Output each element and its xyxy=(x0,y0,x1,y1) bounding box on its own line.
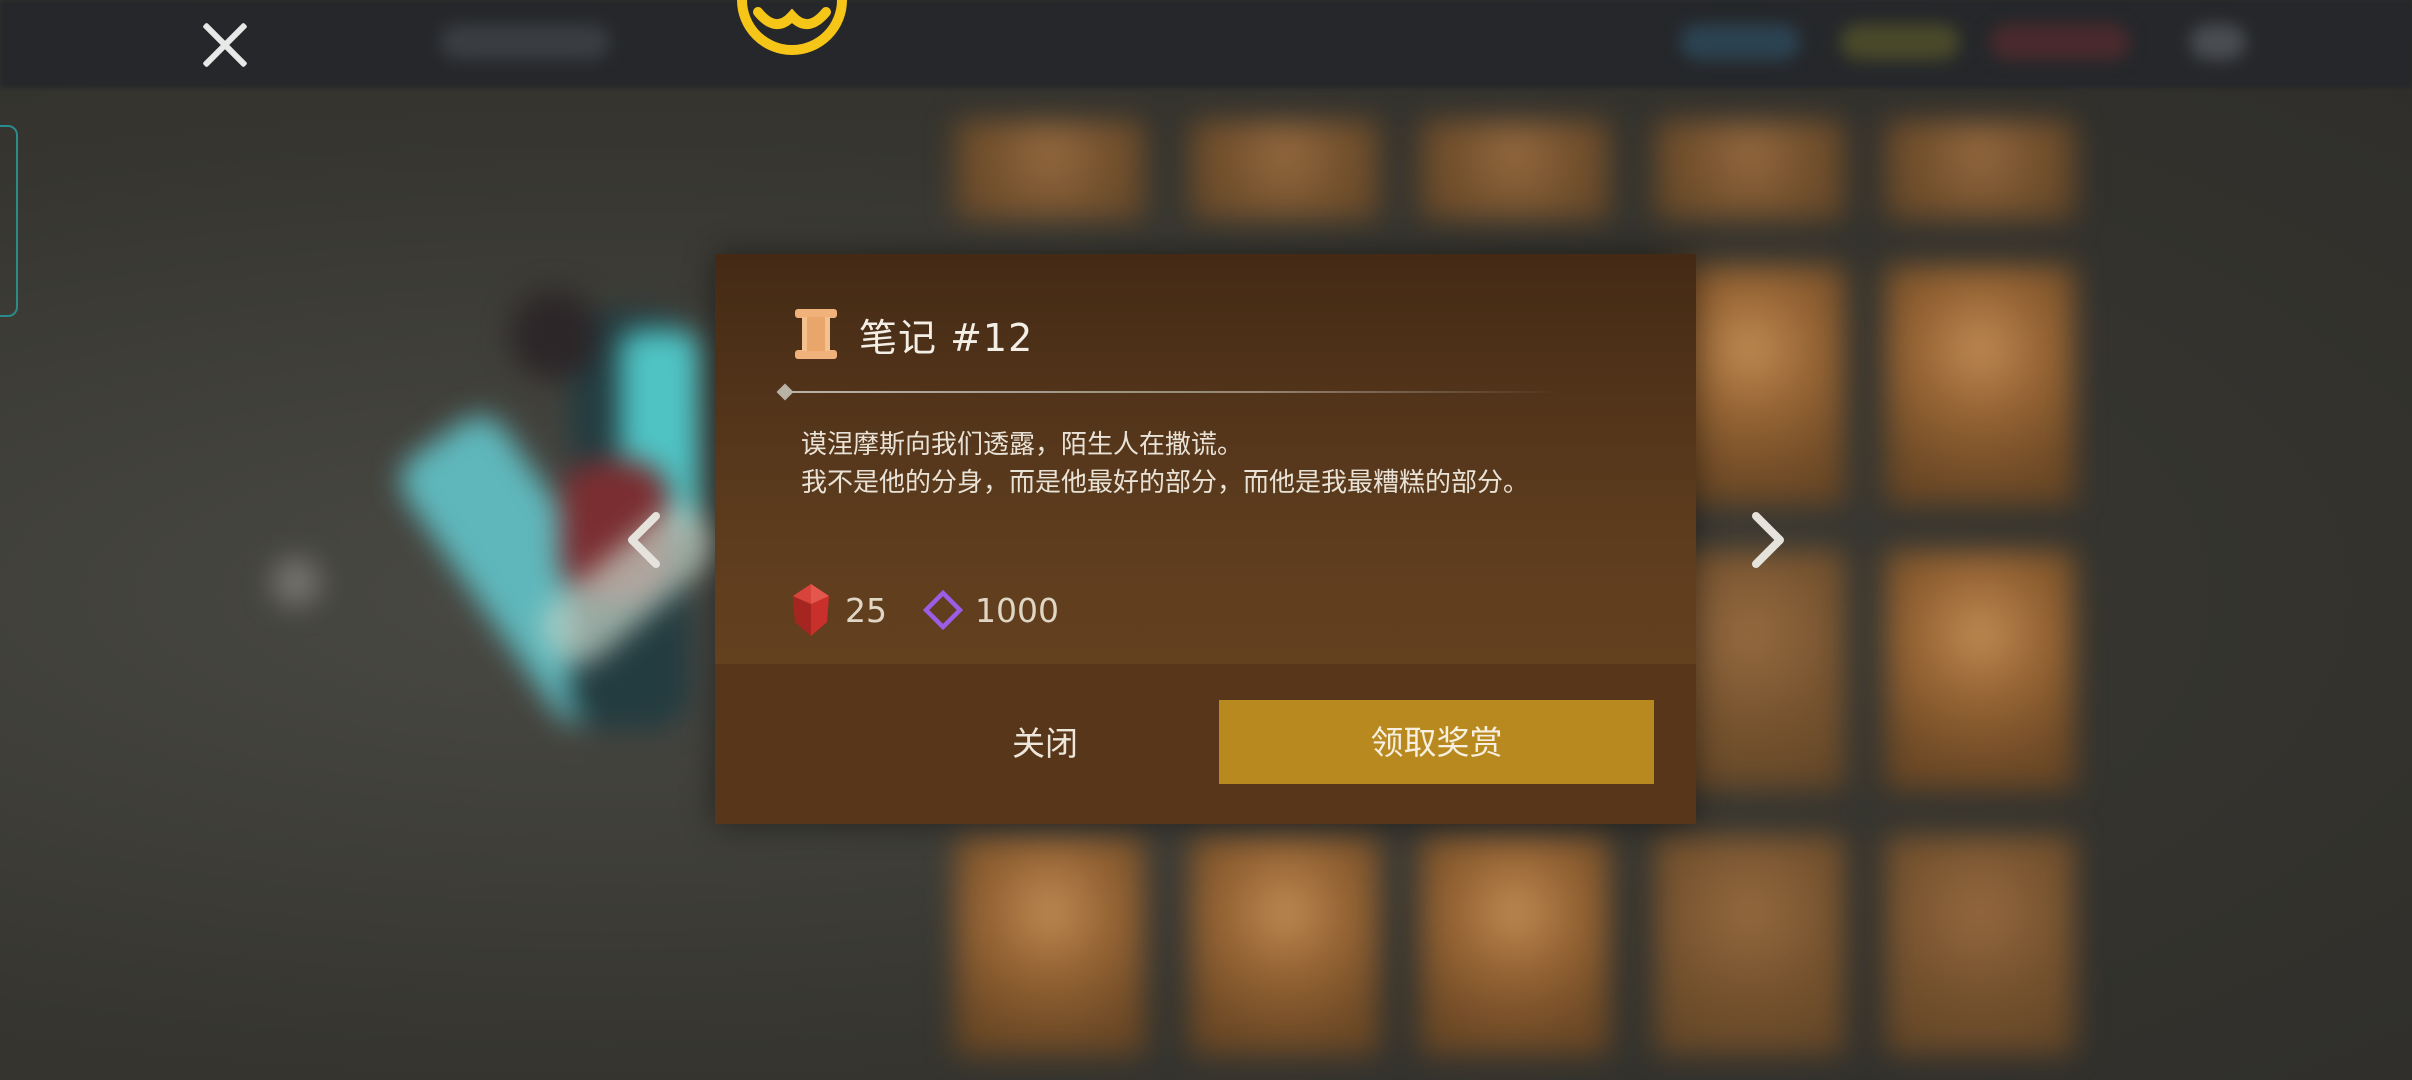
dialog-title: 笔记 #12 xyxy=(859,315,1034,360)
background-card xyxy=(1190,835,1380,1055)
left-side-tab[interactable] xyxy=(0,125,18,317)
reward-gems-amount: 25 xyxy=(845,590,887,630)
background-card xyxy=(1885,265,2075,505)
note-line-2: 我不是他的分身，而是他最好的部分，而他是我最糟糕的部分。 xyxy=(801,468,1530,498)
background-card xyxy=(1885,550,2075,790)
reward-diamonds-amount: 1000 xyxy=(975,590,1059,630)
background-card xyxy=(955,120,1145,220)
note-line-1: 谟涅摩斯向我们透露，陌生人在撒谎。 xyxy=(801,430,1244,460)
close-icon[interactable] xyxy=(196,14,256,74)
close-button[interactable]: 关闭 xyxy=(980,714,1110,774)
background-card xyxy=(1420,120,1610,220)
background-card xyxy=(1420,835,1610,1055)
reward-diamonds: 1000 xyxy=(923,590,1059,630)
background-character xyxy=(389,250,750,810)
background-card xyxy=(1655,835,1845,1055)
red-gem-icon xyxy=(793,584,829,636)
dialog-header: 笔记 #12 xyxy=(793,304,1033,364)
note-reward-dialog: 笔记 #12 谟涅摩斯向我们透露，陌生人在撒谎。 我不是他的分身，而是他最好的部… xyxy=(715,254,1696,824)
background-card xyxy=(955,835,1145,1055)
background-top-bar xyxy=(0,0,2412,88)
reward-gems: 25 xyxy=(789,582,887,638)
note-text: 谟涅摩斯向我们透露，陌生人在撒谎。 我不是他的分身，而是他最好的部分，而他是我最… xyxy=(801,426,1661,502)
chevron-right-icon[interactable] xyxy=(1730,508,1800,572)
chevron-left-icon[interactable] xyxy=(612,508,682,572)
background-card xyxy=(1885,120,2075,220)
gold-emblem-icon xyxy=(737,0,847,55)
claim-reward-button[interactable]: 领取奖赏 xyxy=(1219,700,1654,784)
background-card xyxy=(1655,120,1845,220)
background-card xyxy=(1885,835,2075,1055)
purple-diamond-icon xyxy=(923,590,963,630)
title-divider xyxy=(776,383,1577,401)
background-card xyxy=(1190,120,1380,220)
rewards-row: 25 1000 xyxy=(789,580,1095,640)
dialog-footer: 关闭 领取奖赏 xyxy=(715,664,1696,824)
background-dot xyxy=(272,558,320,606)
scroll-icon xyxy=(795,309,837,359)
